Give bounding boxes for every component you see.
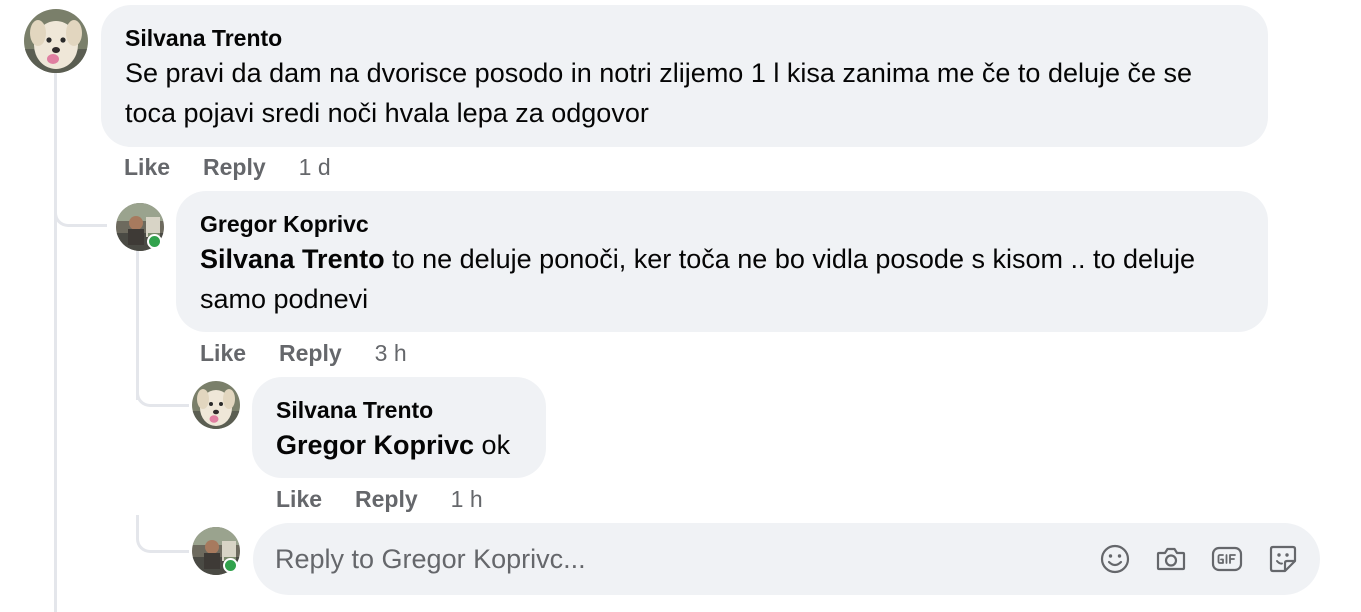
reply-composer [253, 523, 1320, 595]
comment-bubble: Silvana Trento Se pravi da dam na dvoris… [101, 5, 1268, 147]
reply-input[interactable] [275, 539, 1075, 579]
comment-author[interactable]: Silvana Trento [276, 395, 522, 425]
reply-button[interactable]: Reply [203, 153, 266, 181]
comment-body: Gregor Koprivc ok [276, 425, 522, 465]
comment-text: ok [474, 430, 511, 460]
gif-icon[interactable] [1210, 542, 1244, 576]
dog-avatar-image [192, 381, 240, 429]
thread-connector [136, 515, 189, 553]
current-user-avatar-wrapper [192, 527, 240, 575]
online-status-dot [223, 558, 238, 573]
sticker-icon[interactable] [1266, 542, 1300, 576]
like-button[interactable]: Like [124, 153, 170, 181]
like-button[interactable]: Like [276, 485, 322, 513]
comment-timestamp[interactable]: 1 h [451, 485, 483, 513]
avatar-dog[interactable] [192, 381, 240, 429]
thread-line [54, 72, 57, 612]
reply-button[interactable]: Reply [279, 339, 342, 367]
thread-connector [54, 190, 107, 227]
comment-bubble: Silvana Trento Gregor Koprivc ok [252, 377, 546, 478]
comment-actions: Like Reply 1 d [124, 153, 331, 181]
emoji-icon[interactable] [1098, 542, 1132, 576]
comment-body: Silvana Trento to ne deluje ponoči, ker … [200, 239, 1230, 319]
avatar-gregor-wrapper [116, 203, 164, 251]
comment-text: Se pravi da dam na dvorisce posodo in no… [125, 58, 1193, 128]
comment-author[interactable]: Silvana Trento [125, 23, 1244, 53]
comment-actions: Like Reply 3 h [200, 339, 407, 367]
dog-avatar-image [24, 9, 88, 73]
mention-link[interactable]: Silvana Trento [200, 244, 385, 274]
mention-link[interactable]: Gregor Koprivc [276, 430, 474, 460]
avatar-dog[interactable] [24, 9, 88, 73]
comment-bubble: Gregor Koprivc Silvana Trento to ne delu… [176, 191, 1268, 332]
like-button[interactable]: Like [200, 339, 246, 367]
comment-timestamp[interactable]: 1 d [299, 153, 331, 181]
comment-timestamp[interactable]: 3 h [375, 339, 407, 367]
camera-icon[interactable] [1154, 542, 1188, 576]
comment-actions: Like Reply 1 h [276, 485, 483, 513]
reply-button[interactable]: Reply [355, 485, 418, 513]
comment-author[interactable]: Gregor Koprivc [200, 209, 1244, 239]
thread-connector [136, 370, 189, 407]
online-status-dot [147, 234, 162, 249]
